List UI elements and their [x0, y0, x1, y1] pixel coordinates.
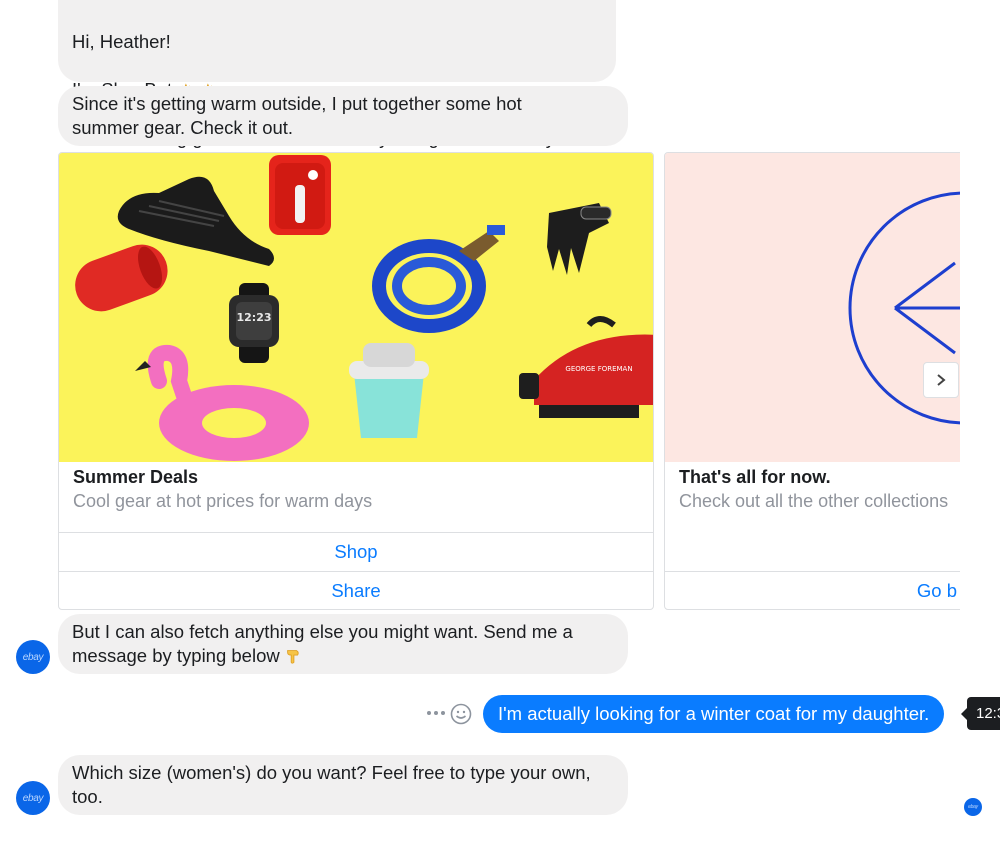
- collections-title: That's all for now.: [679, 467, 831, 487]
- summer-deals-image[interactable]: 12:23 GEORGE FOREMAN: [59, 153, 654, 462]
- summer-deals-title: Summer Deals: [73, 467, 199, 487]
- bot-avatar[interactable]: ebay: [16, 781, 50, 815]
- go-back-button[interactable]: Go b: [665, 571, 960, 609]
- grill-brand-label: GEORGE FOREMAN: [565, 365, 632, 373]
- bot-greeting-bubble: Hi, Heather! I'm ShopBot I make finding …: [58, 0, 616, 148]
- pointing-down-emoji-icon: [286, 650, 299, 664]
- carousel-next-button[interactable]: [923, 362, 959, 398]
- fetch-text: But I can also fetch anything else you m…: [72, 621, 573, 666]
- share-button[interactable]: Share: [59, 571, 653, 609]
- bot-size-question-bubble: Which size (women's) do you want? Feel f…: [58, 755, 628, 815]
- watch-time-label: 12:23: [236, 311, 271, 324]
- chevron-right-icon: [937, 374, 946, 386]
- summer-deals-subtitle: Cool gear at hot prices for warm days: [73, 491, 373, 511]
- summer-deals-card[interactable]: 12:23 GEORGE FOREMAN Summer Deals Cool g…: [58, 152, 654, 610]
- read-receipt-label: ebay: [968, 804, 978, 810]
- bot-summer-intro-bubble: Since it's getting warm outside, I put t…: [58, 86, 628, 146]
- more-dots-icon[interactable]: [427, 706, 447, 720]
- read-receipt-avatar: ebay: [964, 798, 982, 816]
- timestamp-tooltip: 12:3: [967, 697, 1000, 730]
- bot-fetch-bubble: But I can also fetch anything else you m…: [58, 614, 628, 674]
- collections-subtitle: Check out all the other collections: [679, 491, 949, 511]
- collections-image[interactable]: [665, 153, 960, 462]
- air-fryer-image: [269, 155, 331, 235]
- greeting-line-1: Hi, Heather!: [72, 31, 171, 52]
- tooltip-arrow: [961, 708, 967, 720]
- shop-button[interactable]: Shop: [59, 532, 653, 571]
- go-back-label: Go b: [916, 579, 957, 601]
- carousel-clip: That's all for now. Check out all the ot…: [664, 152, 960, 610]
- smiley-icon[interactable]: [450, 703, 472, 725]
- collections-card[interactable]: That's all for now. Check out all the ot…: [664, 152, 960, 610]
- timestamp-text: 12:3: [976, 705, 1000, 722]
- user-message-bubble: I'm actually looking for a winter coat f…: [483, 695, 945, 733]
- bot-avatar[interactable]: ebay: [16, 640, 50, 674]
